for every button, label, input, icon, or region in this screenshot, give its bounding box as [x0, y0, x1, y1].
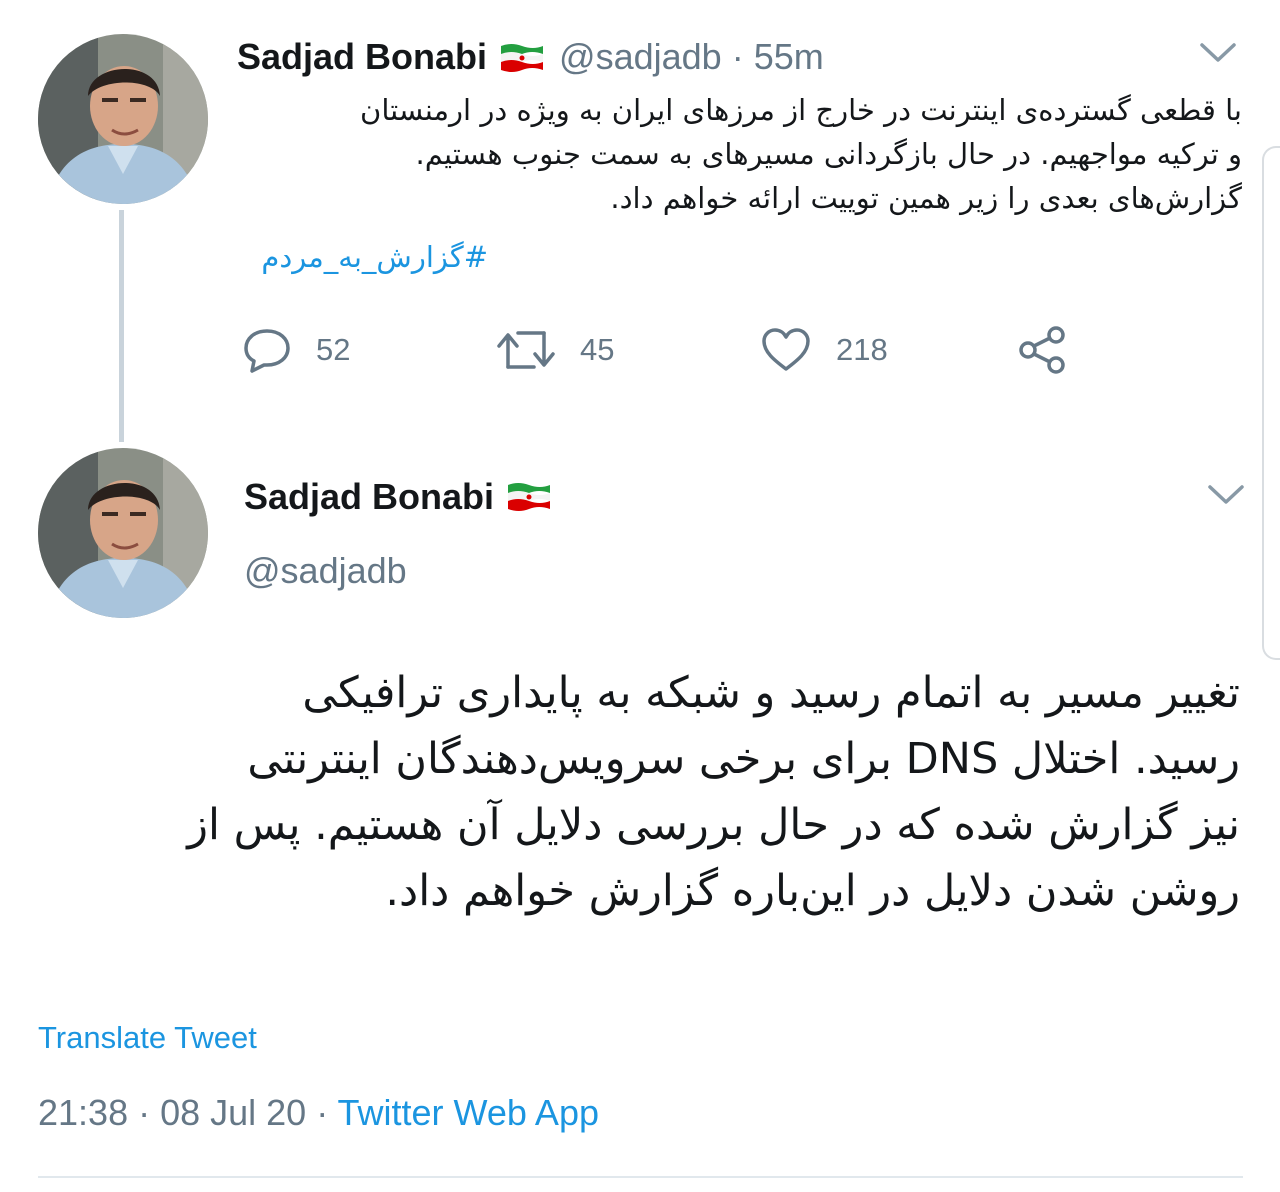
author-handle[interactable]: @sadjadb: [559, 36, 722, 78]
iran-flag-icon: [499, 41, 545, 73]
iran-flag-icon: [506, 481, 552, 513]
author-name[interactable]: Sadjad Bonabi: [244, 476, 494, 518]
hashtag-link[interactable]: #گزارش_به_مردم: [261, 240, 488, 274]
reply-count: 52: [316, 332, 351, 367]
avatar[interactable]: [38, 448, 208, 618]
tweet-line: گزارش‌های بعدی را زیر همین توییت ارائه خ…: [610, 181, 1242, 215]
scrollbar-edge[interactable]: [1262, 146, 1280, 660]
author-name[interactable]: Sadjad Bonabi: [237, 36, 487, 78]
translate-tweet-link[interactable]: Translate Tweet: [38, 1020, 257, 1056]
tweet-metadata: 21:38 · 08 Jul 20 · Twitter Web App: [38, 1092, 599, 1134]
tweet-body: با قطعی گسترده‌ی اینترنت در خارج از مرزه…: [232, 88, 1242, 220]
author-handle[interactable]: @sadjadb: [244, 550, 407, 592]
chevron-down-icon[interactable]: [1198, 40, 1238, 71]
tweet-time[interactable]: 55m: [754, 36, 824, 78]
heart-icon: [762, 328, 810, 371]
tweet-line: رسید. اختلال DNS برای برخی سرویس‌دهندگان…: [247, 734, 1240, 784]
tweet-source-link[interactable]: Twitter Web App: [338, 1092, 599, 1133]
avatar[interactable]: [38, 34, 208, 204]
share-button[interactable]: [1018, 322, 1070, 378]
divider: [38, 1176, 1243, 1178]
tweet-line: تغییر مسیر به اتمام رسید و شبکه به پایدا…: [302, 668, 1240, 718]
retweet-count: 45: [580, 332, 615, 367]
tweet1-header: Sadjad Bonabi @sadjadb · 55m: [237, 36, 824, 78]
retweet-button[interactable]: 45: [496, 322, 614, 378]
tweet-line: نیز گزارش شده که در حال بررسی دلایل آن ه…: [187, 800, 1240, 850]
tweet-line: و ترکیه مواجهیم. در حال بازگردانی مسیرها…: [415, 137, 1242, 171]
tweet-timestamp[interactable]: 21:38 · 08 Jul 20 ·: [38, 1092, 338, 1133]
like-button[interactable]: 218: [760, 322, 888, 378]
like-count: 218: [836, 332, 888, 367]
tweet-body: تغییر مسیر به اتمام رسید و شبکه به پایدا…: [50, 660, 1240, 924]
separator-dot: ·: [731, 36, 744, 77]
reply-button[interactable]: 52: [242, 322, 350, 378]
thread-connector-line: [119, 210, 124, 442]
chevron-down-icon[interactable]: [1206, 482, 1246, 513]
tweet2-header: Sadjad Bonabi: [244, 476, 566, 518]
reply-icon: [244, 329, 290, 373]
retweet-icon: [497, 331, 555, 369]
tweet-line: با قطعی گسترده‌ی اینترنت در خارج از مرزه…: [360, 93, 1242, 127]
share-icon: [1019, 326, 1065, 374]
tweet-line: روشن شدن دلایل در این‌باره گزارش خواهم د…: [385, 866, 1240, 916]
